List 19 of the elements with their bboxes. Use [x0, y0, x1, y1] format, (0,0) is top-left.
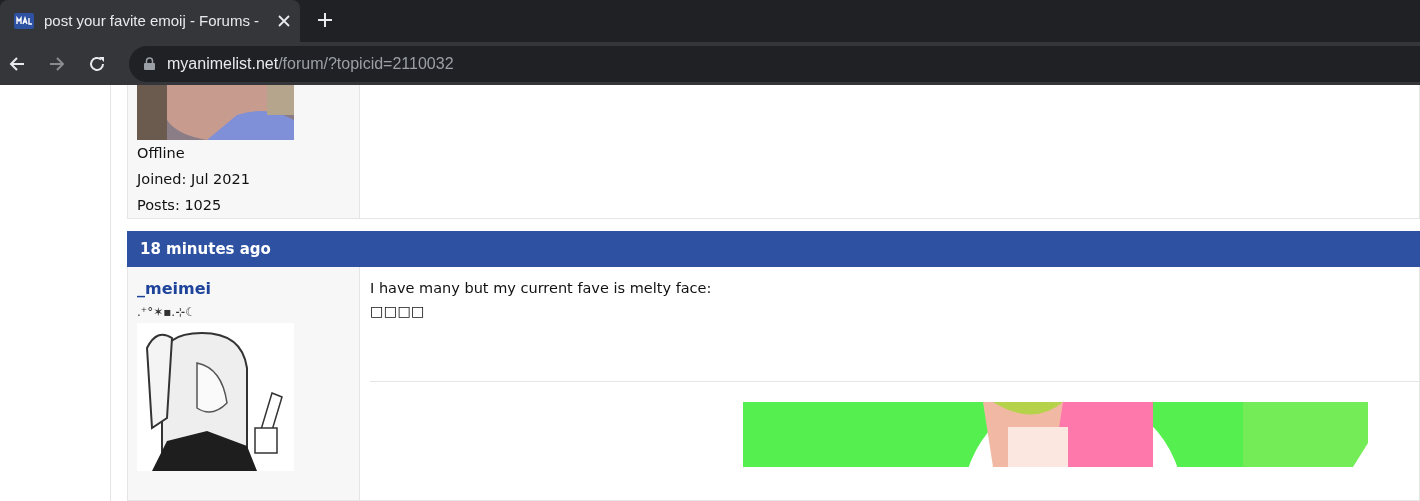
user-title: .⁺°✶▪.⊹☾: [137, 303, 196, 321]
forward-icon[interactable]: [48, 54, 66, 73]
post-header: 18 minutes ago: [127, 231, 1420, 267]
user-joined: Joined: Jul 2021: [137, 170, 250, 189]
user-posts: Posts: 1025: [137, 196, 222, 215]
back-icon[interactable]: [8, 54, 26, 73]
new-tab-icon[interactable]: [317, 12, 333, 28]
lock-icon: [144, 57, 155, 70]
site-logo-icon: [14, 13, 34, 29]
url-text: myanimelist.net/forum/?topicid=2110032: [167, 53, 454, 74]
address-bar[interactable]: myanimelist.net/forum/?topicid=2110032: [129, 45, 1420, 82]
message-text: I have many but my current fave is melty face:: [370, 278, 712, 298]
message-text: □□□□: [370, 301, 425, 321]
user-status: Offline: [137, 144, 185, 163]
tab-title: post your favite emoij - Forums -: [44, 10, 261, 31]
close-icon[interactable]: [278, 15, 290, 27]
username-link[interactable]: _meimei: [137, 275, 359, 302]
browser-tab[interactable]: post your favite emoij - Forums -: [0, 0, 300, 42]
reload-icon[interactable]: [88, 54, 106, 73]
